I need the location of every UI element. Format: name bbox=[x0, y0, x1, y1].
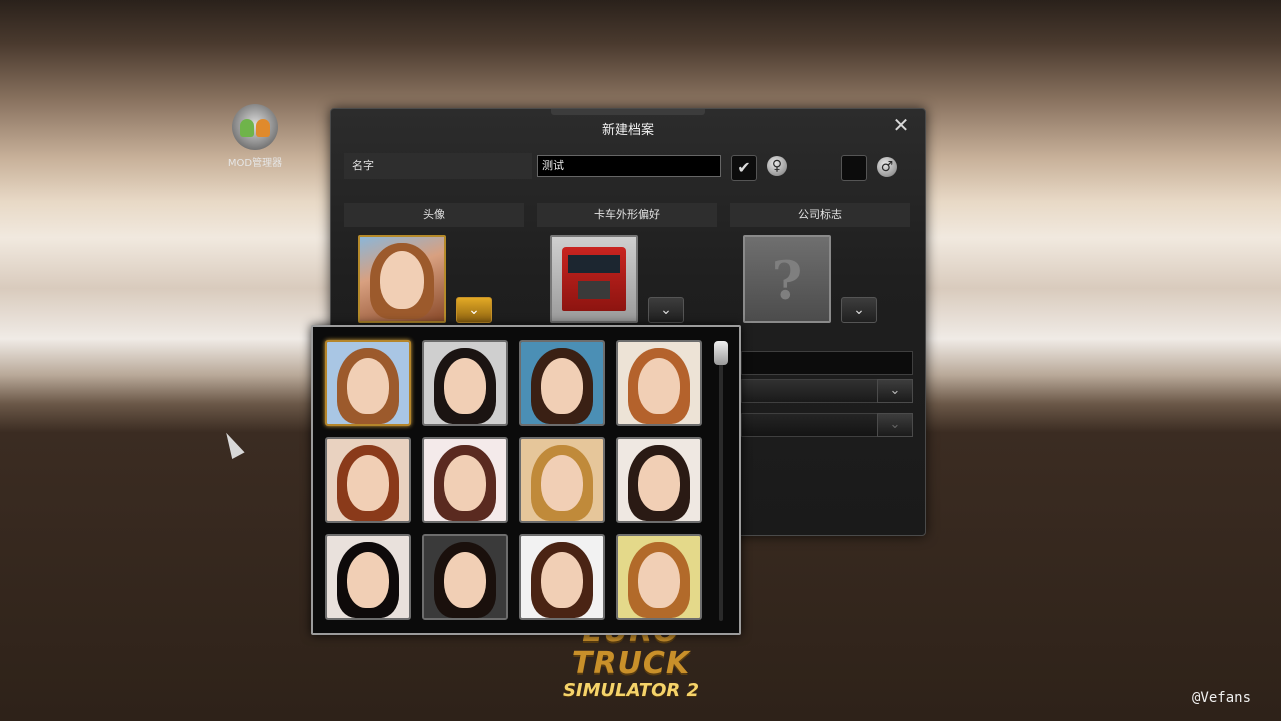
avatar-face bbox=[444, 358, 486, 414]
avatar-option[interactable] bbox=[422, 534, 508, 620]
truck-style-preview[interactable] bbox=[550, 235, 638, 323]
avatar-option[interactable] bbox=[616, 340, 702, 426]
partially-hidden-select-2[interactable] bbox=[741, 413, 879, 437]
watermark: @Vefans bbox=[1192, 690, 1252, 706]
mod-manager-shortcut[interactable]: MOD管理器 bbox=[222, 104, 288, 169]
logo-line-2: SIMULATOR 2 bbox=[562, 680, 700, 701]
avatar-face bbox=[541, 358, 583, 414]
question-mark-icon: ? bbox=[771, 251, 803, 312]
avatar-section-header: 头像 bbox=[344, 203, 524, 227]
avatar-face bbox=[638, 455, 680, 511]
avatar-picker-popup bbox=[311, 325, 741, 635]
truck-style-dropdown-button[interactable]: ⌄ bbox=[648, 297, 684, 323]
name-input[interactable]: 测试 bbox=[537, 155, 721, 177]
avatar-face bbox=[638, 358, 680, 414]
avatar-option[interactable] bbox=[422, 340, 508, 426]
avatar-option[interactable] bbox=[519, 340, 605, 426]
select-dropdown-button-2[interactable]: ⌄ bbox=[877, 413, 913, 437]
avatar-option[interactable] bbox=[519, 437, 605, 523]
avatar-option[interactable] bbox=[519, 534, 605, 620]
male-icon: ♂ bbox=[877, 157, 897, 177]
name-label: 名字 bbox=[344, 153, 532, 179]
company-logo-section-header: 公司标志 bbox=[730, 203, 910, 227]
male-checkbox[interactable] bbox=[841, 155, 867, 181]
dialog-title: 新建档案 bbox=[601, 123, 654, 138]
close-button[interactable]: ✕ bbox=[891, 115, 911, 135]
avatar-option[interactable] bbox=[616, 437, 702, 523]
avatar-option[interactable] bbox=[325, 437, 411, 523]
avatar-option[interactable] bbox=[325, 534, 411, 620]
scrollbar-track[interactable] bbox=[719, 343, 723, 621]
avatar-face bbox=[541, 455, 583, 511]
scrollbar-thumb[interactable] bbox=[714, 341, 728, 365]
truck-style-section-header: 卡车外形偏好 bbox=[537, 203, 717, 227]
select-dropdown-button[interactable]: ⌄ bbox=[877, 379, 913, 403]
avatar-face bbox=[347, 358, 389, 414]
avatar-option[interactable] bbox=[422, 437, 508, 523]
avatar-option[interactable] bbox=[325, 340, 411, 426]
mod-manager-label: MOD管理器 bbox=[227, 158, 283, 169]
company-logo-dropdown-button[interactable]: ⌄ bbox=[841, 297, 877, 323]
avatar-face bbox=[444, 455, 486, 511]
avatar-face bbox=[444, 552, 486, 608]
company-logo-preview[interactable]: ? bbox=[743, 235, 831, 323]
avatar-face bbox=[541, 552, 583, 608]
avatar-option[interactable] bbox=[616, 534, 702, 620]
avatar-face bbox=[380, 251, 424, 309]
female-icon: ♀ bbox=[767, 156, 787, 176]
company-name-input[interactable] bbox=[741, 351, 913, 375]
truck-icon bbox=[562, 247, 626, 311]
partially-hidden-select[interactable] bbox=[741, 379, 879, 403]
avatar-face bbox=[347, 552, 389, 608]
avatar-face bbox=[347, 455, 389, 511]
dialog-top-tab bbox=[551, 109, 705, 115]
avatar-preview[interactable] bbox=[358, 235, 446, 323]
mod-manager-icon bbox=[232, 104, 278, 150]
mouse-cursor-icon bbox=[220, 429, 245, 459]
avatar-dropdown-button[interactable]: ⌄ bbox=[456, 297, 492, 323]
female-checkbox[interactable]: ✔ bbox=[731, 155, 757, 181]
avatar-face bbox=[638, 552, 680, 608]
